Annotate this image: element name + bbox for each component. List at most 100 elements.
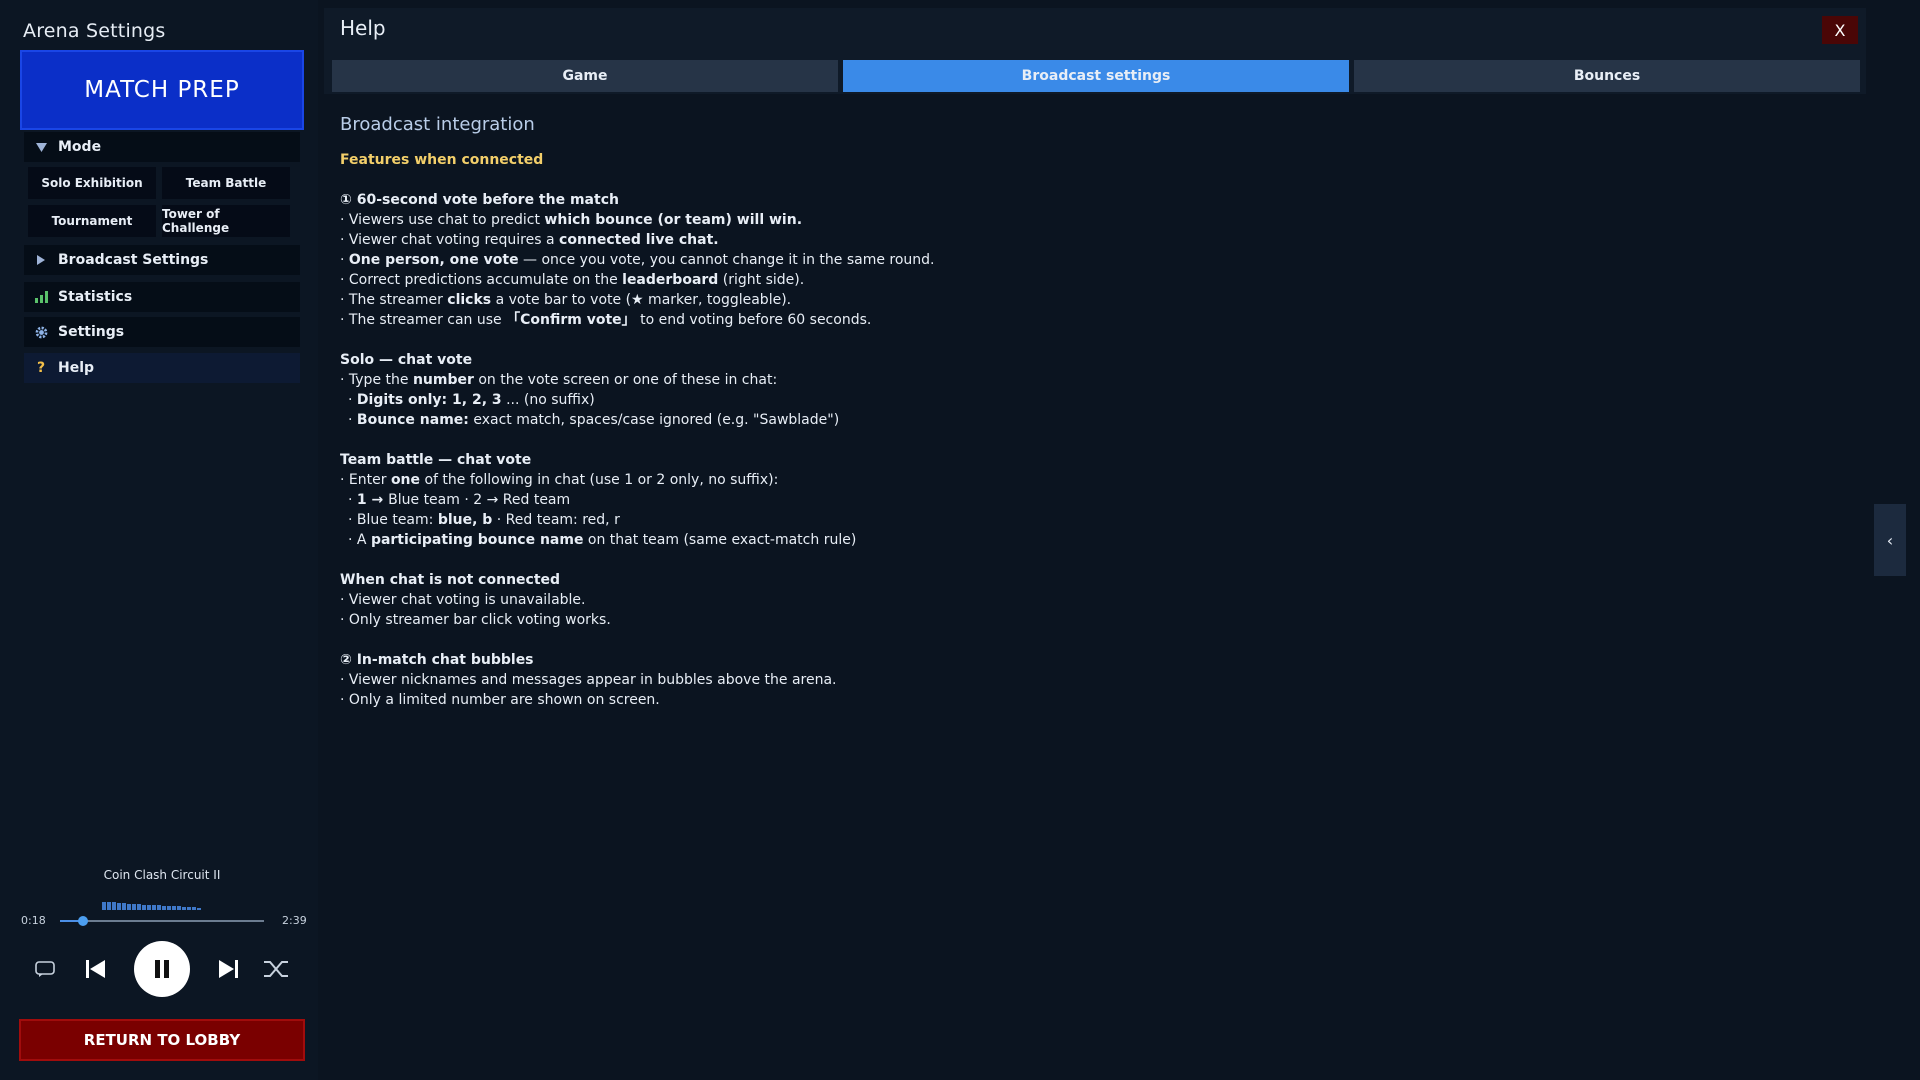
- team-line-text: ·: [348, 492, 357, 508]
- vote-line-text: · The streamer can use: [340, 312, 507, 328]
- vote-line-text: · Viewers use chat to predict: [340, 212, 545, 228]
- team-line: · 1 → Blue team · 2 → Red team: [340, 490, 1840, 510]
- help-subheading: Features when connected: [340, 152, 544, 168]
- solo-line-text: ·: [348, 392, 357, 408]
- waveform-bar: [172, 906, 176, 910]
- solo-line: · Type the number on the vote screen or …: [340, 370, 1840, 390]
- solo-line: · Bounce name: exact match, spaces/case …: [340, 410, 1840, 430]
- solo-line-text: on the vote screen or one of these in ch…: [473, 372, 778, 388]
- waveform-bar: [187, 907, 191, 910]
- solo-line: · Digits only: 1, 2, 3 ... (no suffix): [340, 390, 1840, 410]
- previous-track-icon[interactable]: [80, 954, 110, 984]
- audio-waveform: [102, 900, 201, 910]
- close-button[interactable]: X: [1822, 16, 1858, 44]
- waveform-bar: [127, 904, 131, 910]
- tab-game[interactable]: Game: [332, 60, 838, 92]
- pause-icon: [155, 960, 169, 978]
- settings-section[interactable]: Settings: [24, 317, 300, 347]
- vote-line-emphasis: connected live chat.: [559, 232, 719, 248]
- waveform-bar: [112, 902, 116, 910]
- team-line-text: on that team (same exact-match rule): [583, 532, 857, 548]
- tab-broadcast-settings[interactable]: Broadcast settings: [843, 60, 1349, 92]
- elapsed-time: 0:18: [21, 914, 46, 927]
- settings-label: Settings: [58, 324, 125, 340]
- help-section[interactable]: ? Help: [24, 353, 300, 383]
- team-section-lines: · Enter one of the following in chat (us…: [340, 470, 1840, 550]
- vote-line-emphasis: which bounce (or team) will win.: [544, 212, 803, 228]
- team-line: · Blue team: blue, b · Red team: red, r: [340, 510, 1840, 530]
- repeat-icon[interactable]: [30, 954, 60, 984]
- solo-line-text: ... (no suffix): [501, 392, 595, 408]
- vote-line-text: a vote bar to vote (★ marker, toggleable…: [491, 292, 792, 308]
- side-panel-toggle[interactable]: ‹: [1874, 504, 1906, 576]
- waveform-bar: [177, 906, 181, 910]
- duration-time: 2:39: [282, 914, 307, 927]
- mode-section-header[interactable]: Mode: [24, 132, 300, 162]
- vote-line-emphasis: clicks: [447, 292, 492, 308]
- sidebar: Arena Settings MATCH PREP Mode Solo Exhi…: [0, 0, 318, 1080]
- vote-line: · One person, one vote — once you vote, …: [340, 250, 1840, 270]
- vote-line-text: · The streamer: [340, 292, 448, 308]
- vote-line: · The streamer clicks a vote bar to vote…: [340, 290, 1840, 310]
- team-line-emphasis: participating bounce name: [370, 532, 584, 548]
- nochat-line: · Only streamer bar click voting works.: [340, 612, 611, 628]
- waveform-bar: [197, 908, 201, 910]
- waveform-bar: [167, 906, 171, 910]
- vote-line-text: ·: [340, 252, 349, 268]
- bar-chart-icon: [34, 291, 48, 303]
- match-prep-button[interactable]: MATCH PREP: [20, 50, 304, 130]
- team-line-text: · A: [348, 532, 371, 548]
- team-line-text: of the following in chat (use 1 or 2 onl…: [420, 472, 779, 488]
- nochat-section-title: When chat is not connected: [340, 572, 561, 588]
- vote-line-emphasis: 「Confirm vote」: [506, 312, 636, 328]
- waveform-bar: [192, 907, 196, 910]
- vote-line-text: — once you vote, you cannot change it in…: [518, 252, 935, 268]
- vote-line-text: · Correct predictions accumulate on the: [340, 272, 623, 288]
- vote-line: · The streamer can use 「Confirm vote」 to…: [340, 310, 1840, 330]
- solo-line-text: · Type the: [340, 372, 413, 388]
- vote-section-lines: · Viewers use chat to predict which boun…: [340, 210, 1840, 330]
- solo-line-emphasis: Digits only: 1, 2, 3: [356, 392, 502, 408]
- solo-line-emphasis: number: [412, 372, 474, 388]
- triangle-down-icon: [34, 142, 48, 152]
- mode-tower-of-challenge-button[interactable]: Tower of Challenge: [162, 205, 290, 237]
- vote-line-text: to end voting before 60 seconds.: [635, 312, 872, 328]
- solo-section-lines: · Type the number on the vote screen or …: [340, 370, 1840, 430]
- waveform-bar: [132, 904, 136, 910]
- waveform-bar: [157, 905, 161, 910]
- gear-icon: [34, 326, 48, 339]
- app-title: Arena Settings: [23, 20, 166, 42]
- mode-team-battle-button[interactable]: Team Battle: [162, 167, 290, 199]
- shuffle-icon[interactable]: [261, 954, 291, 984]
- bubbles-line: · Viewer nicknames and messages appear i…: [340, 672, 837, 688]
- return-to-lobby-button[interactable]: RETURN TO LOBBY: [19, 1019, 305, 1061]
- team-line: · A participating bounce name on that te…: [340, 530, 1840, 550]
- waveform-bar: [102, 902, 106, 910]
- vote-line: · Viewer chat voting requires a connecte…: [340, 230, 1840, 250]
- question-icon: ?: [36, 360, 46, 376]
- vote-section-title: ① 60-second vote before the match: [340, 192, 619, 208]
- bubbles-line: · Only a limited number are shown on scr…: [340, 692, 660, 708]
- broadcast-settings-section[interactable]: Broadcast Settings: [24, 245, 300, 275]
- progress-handle[interactable]: [78, 916, 88, 926]
- progress-bar[interactable]: [60, 916, 264, 926]
- bubbles-section-title: ② In-match chat bubbles: [340, 652, 534, 668]
- mode-section-label: Mode: [58, 139, 102, 155]
- vote-line-text: · Viewer chat voting requires a: [340, 232, 560, 248]
- help-title: Help: [340, 16, 386, 40]
- tab-bounces[interactable]: Bounces: [1354, 60, 1860, 92]
- pause-button[interactable]: [134, 941, 190, 997]
- broadcast-settings-label: Broadcast Settings: [58, 252, 209, 268]
- solo-line-emphasis: Bounce name:: [356, 412, 469, 428]
- statistics-section[interactable]: Statistics: [24, 282, 300, 312]
- mode-solo-exhibition-button[interactable]: Solo Exhibition: [28, 167, 156, 199]
- statistics-label: Statistics: [58, 289, 133, 305]
- mode-tournament-button[interactable]: Tournament: [28, 205, 156, 237]
- solo-section-title: Solo — chat vote: [340, 352, 473, 368]
- team-line-text: · Enter: [340, 472, 391, 488]
- team-line-text: · Blue team:: [348, 512, 438, 528]
- next-track-icon[interactable]: [214, 954, 244, 984]
- nochat-line: · Viewer chat voting is unavailable.: [340, 592, 586, 608]
- team-line-emphasis: 1 →: [356, 492, 389, 508]
- waveform-bar: [147, 905, 151, 910]
